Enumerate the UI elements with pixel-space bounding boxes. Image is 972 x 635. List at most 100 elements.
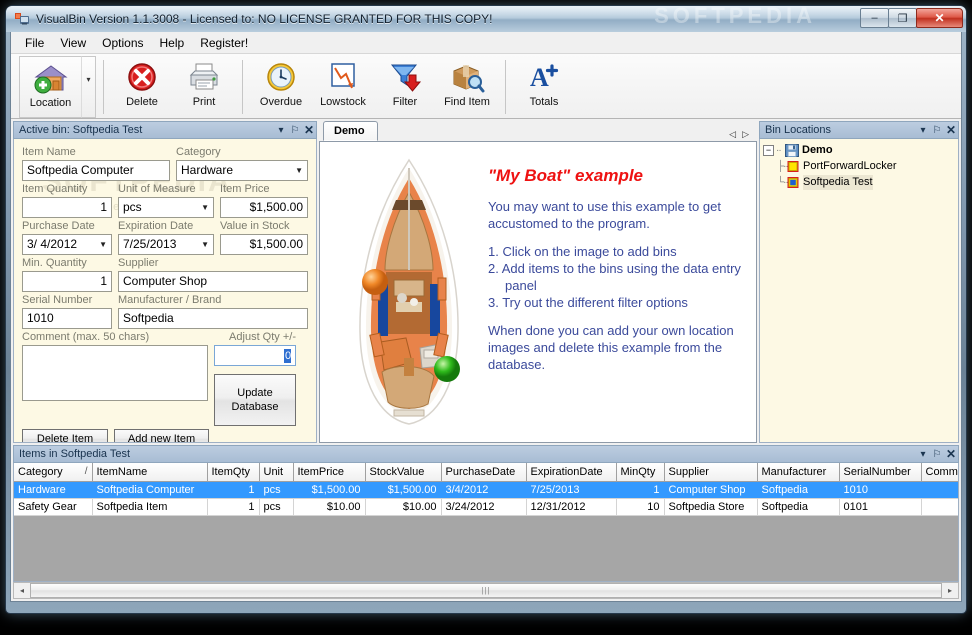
minimize-button[interactable]: – bbox=[860, 8, 889, 28]
toolbar-button-find-item[interactable]: Find Item bbox=[436, 56, 498, 118]
scrollbar-thumb[interactable]: ||| bbox=[30, 583, 942, 598]
cell-category: Safety Gear bbox=[14, 498, 93, 516]
col-unit[interactable]: Unit bbox=[259, 463, 294, 482]
cell-comment bbox=[921, 498, 958, 516]
toolbar-label-totals: Totals bbox=[529, 96, 559, 108]
update-database-line2: Database bbox=[231, 401, 279, 413]
col-category[interactable]: Category / bbox=[14, 463, 93, 482]
active-bin-pin-icon[interactable]: ⚐ bbox=[288, 125, 302, 136]
boat-image-container[interactable] bbox=[334, 152, 484, 434]
maximize-button[interactable]: ❐ bbox=[888, 8, 917, 28]
tree-node-softpedia-test[interactable]: └·· Softpedia Test bbox=[763, 174, 956, 190]
menu-item-register[interactable]: Register! bbox=[192, 34, 256, 52]
active-bin-close-icon[interactable]: ✕ bbox=[302, 123, 316, 137]
col-itemname[interactable]: ItemName bbox=[92, 463, 208, 482]
combo-category[interactable]: Hardware ▼ bbox=[176, 160, 308, 181]
tree-expander-icon[interactable]: − bbox=[763, 144, 774, 156]
label-adjust-qty: Adjust Qty +/- bbox=[229, 331, 296, 343]
input-item-quantity[interactable]: 1 bbox=[22, 197, 112, 218]
toolbar-button-overdue[interactable]: Overdue bbox=[250, 56, 312, 118]
col-serialnumber[interactable]: SerialNumber bbox=[839, 463, 922, 482]
col-manufacturer[interactable]: Manufacturer bbox=[757, 463, 840, 482]
input-item-name[interactable]: Softpedia Computer bbox=[22, 160, 170, 181]
table-row[interactable]: Hardware Softpedia Computer 1 pcs $1,500… bbox=[14, 481, 958, 499]
chevron-down-icon: ▼ bbox=[201, 203, 209, 212]
cell-manufacturer: Softpedia bbox=[757, 481, 840, 499]
scroll-left-arrow-icon[interactable]: ◂ bbox=[14, 586, 30, 595]
grid-horizontal-scrollbar[interactable]: ◂ ||| ▸ bbox=[13, 582, 959, 599]
input-manufacturer[interactable]: Softpedia bbox=[118, 308, 308, 329]
main-docking-area: Active bin: Softpedia Test ▾ ⚐ ✕ Item Na… bbox=[11, 119, 961, 443]
tab-demo[interactable]: Demo bbox=[323, 121, 378, 141]
toolbar-button-delete[interactable]: Delete bbox=[111, 56, 173, 118]
items-grid-panel: Items in Softpedia Test ▾ ⚐ ✕ Category /… bbox=[13, 445, 959, 582]
datepicker-purchase-date[interactable]: 3/ 4/2012 ▼ bbox=[22, 234, 112, 255]
update-database-button[interactable]: Update Database bbox=[214, 374, 296, 426]
tree-node-demo[interactable]: − ·· Demo bbox=[763, 142, 956, 158]
row-action-buttons: Delete Item Add new Item bbox=[22, 429, 308, 442]
tree-node-portforwardlocker[interactable]: ├·· PortForwardLocker bbox=[763, 158, 956, 174]
toolbar-button-location[interactable]: Location bbox=[19, 56, 81, 118]
items-grid-menu-icon[interactable]: ▾ bbox=[916, 449, 930, 460]
active-bin-form: Item Name Softpedia Computer Category Ha… bbox=[13, 139, 317, 443]
table-row[interactable]: Safety Gear Softpedia Item 1 pcs $10.00 … bbox=[14, 498, 958, 516]
toolbar: Location ▾ Delete Print Overdue Lowstock… bbox=[11, 53, 961, 119]
delete-item-button[interactable]: Delete Item bbox=[22, 429, 108, 442]
demo-step-1: 1. Click on the image to add bins bbox=[488, 244, 677, 259]
demo-tab-panel: Demo ◁ ▷ "My Boat" example You may want … bbox=[319, 121, 757, 443]
datepicker-expiration-date[interactable]: 7/25/2013 ▼ bbox=[118, 234, 214, 255]
input-value-in-stock: $1,500.00 bbox=[220, 234, 308, 255]
input-min-quantity[interactable]: 1 bbox=[22, 271, 112, 292]
col-category-label: Category bbox=[18, 465, 63, 478]
col-comment[interactable]: Comment bbox=[921, 463, 958, 482]
bin-marker-green bbox=[434, 356, 460, 382]
window-controls: – ❐ ✕ bbox=[860, 8, 963, 28]
bin-locations-close-icon[interactable]: ✕ bbox=[944, 123, 958, 137]
col-expirationdate[interactable]: ExpirationDate bbox=[526, 463, 617, 482]
toolbar-button-lowstock[interactable]: Lowstock bbox=[312, 56, 374, 118]
items-grid-pin-icon[interactable]: ⚐ bbox=[930, 449, 944, 460]
menu-item-options[interactable]: Options bbox=[94, 34, 151, 52]
toolbar-separator-1 bbox=[103, 60, 104, 114]
delete-circle-icon bbox=[124, 61, 160, 95]
col-itemprice[interactable]: ItemPrice bbox=[293, 463, 366, 482]
toolbar-label-delete: Delete bbox=[126, 96, 158, 108]
cell-manufacturer: Softpedia bbox=[757, 498, 840, 516]
textarea-comment[interactable] bbox=[22, 345, 208, 401]
active-bin-menu-icon[interactable]: ▾ bbox=[274, 125, 288, 136]
boat-floorplan-image[interactable] bbox=[334, 152, 484, 432]
title-bar: VisualBin Version 1.1.3008 - Licensed to… bbox=[6, 6, 966, 32]
label-serial-number: Serial Number bbox=[22, 294, 93, 306]
col-itemqty[interactable]: ItemQty bbox=[207, 463, 260, 482]
col-supplier[interactable]: Supplier bbox=[664, 463, 758, 482]
screenshot-root: VisualBin Version 1.1.3008 - Licensed to… bbox=[0, 0, 972, 635]
tab-strip: Demo ◁ ▷ bbox=[319, 121, 757, 142]
bin-locations-menu-icon[interactable]: ▾ bbox=[916, 125, 930, 136]
input-item-price[interactable]: $1,500.00 bbox=[220, 197, 308, 218]
input-adjust-qty[interactable]: 0 bbox=[214, 345, 296, 366]
menu-item-help[interactable]: Help bbox=[152, 34, 193, 52]
scrollbar-track[interactable]: ||| bbox=[30, 583, 942, 598]
input-supplier[interactable]: Computer Shop bbox=[118, 271, 308, 292]
scroll-right-arrow-icon[interactable]: ▸ bbox=[942, 586, 958, 595]
add-new-item-button[interactable]: Add new Item bbox=[114, 429, 209, 442]
bin-locations-pin-icon[interactable]: ⚐ bbox=[930, 125, 944, 136]
toolbar-separator-3 bbox=[505, 60, 506, 114]
toolbar-button-print[interactable]: Print bbox=[173, 56, 235, 118]
combo-unit-of-measure[interactable]: pcs ▼ bbox=[118, 197, 214, 218]
col-stockvalue[interactable]: StockValue bbox=[365, 463, 442, 482]
input-serial-number[interactable]: 1010 bbox=[22, 308, 112, 329]
tab-prev-icon[interactable]: ◁ bbox=[729, 129, 736, 140]
menu-item-view[interactable]: View bbox=[52, 34, 94, 52]
bin-locations-tree: − ·· Demo ├·· PortForwardLocker └·· Soft… bbox=[759, 139, 959, 443]
close-button[interactable]: ✕ bbox=[916, 8, 963, 28]
toolbar-button-totals[interactable]: A Totals bbox=[513, 56, 575, 118]
tab-next-icon[interactable]: ▷ bbox=[742, 129, 749, 140]
items-grid-close-icon[interactable]: ✕ bbox=[944, 447, 958, 461]
col-minqty[interactable]: MinQty bbox=[616, 463, 665, 482]
location-dropdown-button[interactable]: ▾ bbox=[81, 56, 96, 118]
menu-item-file[interactable]: File bbox=[17, 34, 52, 52]
toolbar-button-filter[interactable]: Filter bbox=[374, 56, 436, 118]
col-purchasedate[interactable]: PurchaseDate bbox=[441, 463, 527, 482]
demo-page-content: "My Boat" example You may want to use th… bbox=[319, 142, 757, 443]
